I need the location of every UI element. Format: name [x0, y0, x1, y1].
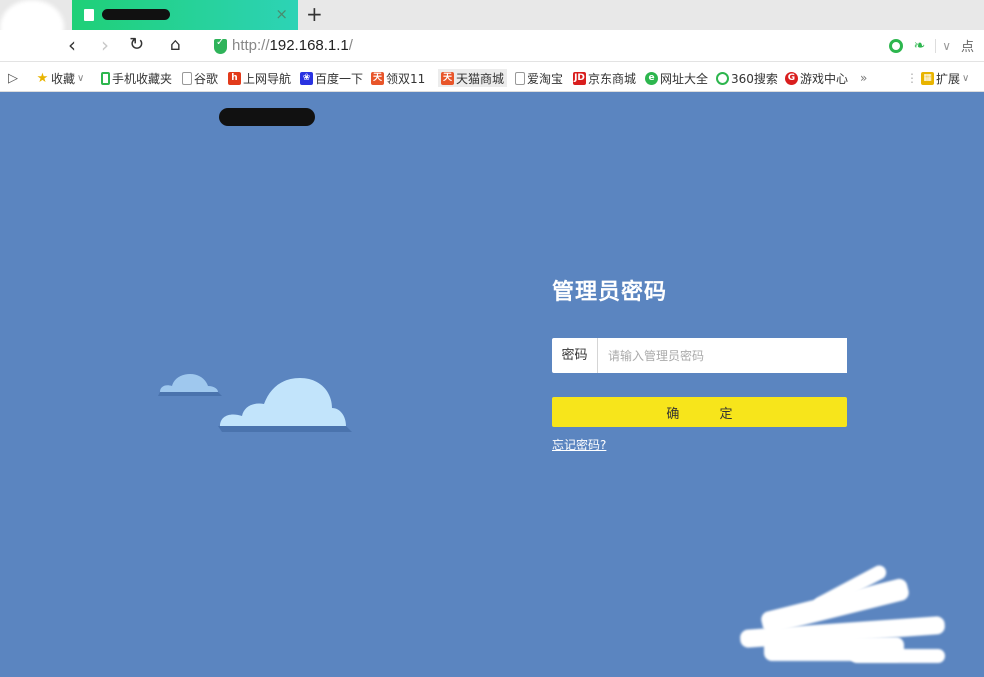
redaction-scribble — [219, 108, 315, 126]
bookmark-item[interactable]: 360搜索 — [716, 69, 778, 87]
secure-shield-icon — [214, 37, 227, 54]
tmall-icon: 天 — [371, 71, 384, 85]
large-cloud-icon — [218, 378, 352, 432]
forward-icon[interactable]: › — [101, 33, 109, 57]
forgot-password-link[interactable]: 忘记密码? — [552, 436, 606, 453]
bookmark-item[interactable]: h 上网导航 — [228, 69, 291, 87]
hao-icon: h — [228, 71, 241, 85]
login-panel: 管理员密码 密码 确 定 忘记密码? — [552, 274, 847, 452]
new-tab-button[interactable]: + — [306, 2, 323, 26]
password-label: 密码 — [552, 338, 598, 373]
bookmark-item[interactable]: 爱淘宝 — [515, 69, 563, 87]
small-cloud-icon — [158, 374, 222, 396]
tmall-icon: 天 — [441, 71, 454, 85]
extensions-button[interactable]: ▦ 扩展 ∨ — [921, 69, 969, 87]
active-tab[interactable]: × — [72, 0, 298, 30]
extensions-icon: ▦ — [921, 71, 934, 85]
page-icon — [515, 71, 525, 85]
tab-strip: × + — [0, 0, 984, 54]
divider: ⋮ — [906, 71, 918, 85]
page-icon — [182, 71, 192, 85]
url-input[interactable]: http://192.168.1.1/ — [232, 37, 353, 54]
reload-icon[interactable]: ↻ — [129, 33, 144, 57]
wangzhi-icon: e — [645, 71, 658, 85]
back-icon[interactable]: ‹ — [68, 33, 76, 57]
leaf-icon[interactable]: ❧ — [913, 38, 925, 54]
bookmarks-bar: ▷ ★ 收藏 ∨ 手机收藏夹 谷歌 h 上网导航 ❀ 百度一下 天领双11 天天猫商城 … — [0, 62, 984, 92]
phone-icon — [101, 71, 110, 85]
confirm-button[interactable]: 确 定 — [552, 397, 847, 427]
star-icon: ★ — [36, 70, 49, 86]
password-field: 密码 — [552, 338, 847, 373]
bookmark-item[interactable]: ❀ 百度一下 — [300, 69, 363, 87]
tab-close-icon[interactable]: × — [275, 5, 288, 23]
address-bar-actions: ❧ ∨ 点 — [889, 36, 974, 55]
game-icon: G — [785, 71, 798, 85]
baidu-icon: ❀ — [300, 71, 313, 85]
redaction-blob — [739, 563, 950, 670]
bookmark-item[interactable]: ★ 收藏 ∨ — [36, 69, 85, 87]
page-icon — [84, 9, 94, 21]
bookmark-item[interactable]: G 游戏中心 — [785, 69, 848, 87]
home-icon[interactable]: ⌂ — [170, 33, 181, 57]
bookmarks-more-button[interactable]: » — [860, 69, 867, 87]
search360-icon — [716, 71, 729, 85]
bookmark-item[interactable]: e 网址大全 — [645, 69, 708, 87]
address-right-label[interactable]: 点 — [961, 36, 974, 55]
speed-icon[interactable] — [889, 38, 904, 53]
bookmark-item[interactable]: 天天猫商城 — [438, 69, 508, 87]
password-input[interactable] — [598, 338, 847, 373]
jd-icon: JD — [573, 71, 586, 85]
bookmark-item[interactable]: JD 京东商城 — [573, 69, 636, 87]
page-title: 管理员密码 — [552, 280, 668, 305]
bookmark-item[interactable]: 谷歌 — [182, 69, 218, 87]
tab-title-redacted — [102, 9, 170, 20]
bookmark-item[interactable]: 手机收藏夹 — [101, 69, 172, 87]
sidebar-toggle-icon[interactable]: ▷ — [8, 69, 18, 87]
address-bar: ‹ › ↻ ⌂ http://192.168.1.1/ ❧ ∨ 点 — [0, 30, 984, 62]
chevron-down-icon[interactable]: ∨ — [935, 38, 951, 53]
bookmark-item[interactable]: 天领双11 — [371, 69, 425, 87]
